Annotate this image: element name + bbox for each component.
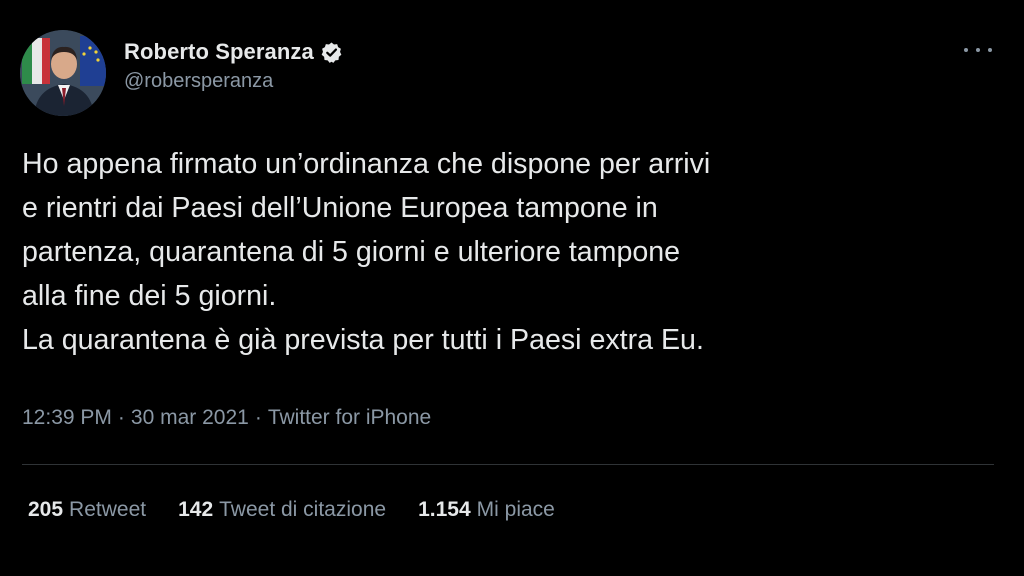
tweet-card: Roberto Speranza @robersperanza Ho appen… xyxy=(0,0,1024,576)
tweet-date[interactable]: 30 mar 2021 xyxy=(131,406,249,429)
author-handle[interactable]: @robersperanza xyxy=(124,70,343,93)
retweets-count: 205 xyxy=(28,498,64,521)
quote-tweets-label: Tweet di citazione xyxy=(219,498,387,521)
likes-stat[interactable]: 1.154 Mi piace xyxy=(418,498,555,522)
tweet-text: Ho appena firmato un’ordinanza che dispo… xyxy=(22,142,1002,362)
tweet-text-line: Ho appena firmato un’ordinanza che dispo… xyxy=(22,148,711,180)
author-block: Roberto Speranza @robersperanza xyxy=(124,38,343,93)
avatar[interactable] xyxy=(20,30,106,116)
more-options-button[interactable] xyxy=(964,40,992,60)
likes-count: 1.154 xyxy=(418,498,471,521)
divider xyxy=(22,464,994,465)
engagement-stats: 205 Retweet 142 Tweet di citazione 1.154 Mi… xyxy=(28,498,587,522)
meta-separator: · xyxy=(254,406,262,429)
more-horizontal-icon-dot xyxy=(988,48,992,52)
quote-tweets-stat[interactable]: 142 Tweet di citazione xyxy=(178,498,386,522)
author-name-row: Roberto Speranza xyxy=(124,38,343,66)
more-horizontal-icon xyxy=(964,48,968,52)
author-display-name[interactable]: Roberto Speranza xyxy=(124,39,314,65)
tweet-text-line: e rientri dai Paesi dell’Unione Europea … xyxy=(22,192,658,224)
meta-separator: · xyxy=(117,406,125,429)
tweet-time[interactable]: 12:39 PM xyxy=(22,406,112,429)
tweet-text-line: alla fine dei 5 giorni. xyxy=(22,280,277,312)
quote-tweets-count: 142 xyxy=(178,498,214,521)
tweet-metadata: 12:39 PM · 30 mar 2021 · Twitter for iPhone xyxy=(22,406,431,430)
more-horizontal-icon-dot xyxy=(976,48,980,52)
tweet-text-line: partenza, quarantena di 5 giorni e ulter… xyxy=(22,236,681,268)
verified-badge-icon xyxy=(320,41,343,64)
retweets-label: Retweet xyxy=(69,498,147,521)
likes-label: Mi piace xyxy=(476,498,555,521)
tweet-text-line: La quarantena è già prevista per tutti i… xyxy=(22,324,704,356)
avatar-image xyxy=(20,30,106,116)
retweets-stat[interactable]: 205 Retweet xyxy=(28,498,146,522)
tweet-source-link[interactable]: Twitter for iPhone xyxy=(268,406,431,429)
